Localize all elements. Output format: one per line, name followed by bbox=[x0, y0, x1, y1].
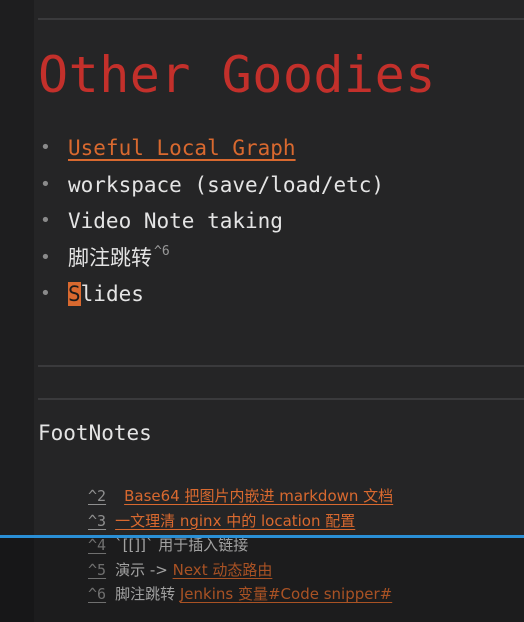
bullet-icon: • bbox=[40, 246, 51, 268]
footnote-item-6: ^6 脚注跳转 Jenkins 变量#Code snipper# bbox=[88, 582, 393, 607]
list-item-local-graph: • Useful Local Graph bbox=[38, 130, 384, 167]
footnotes-heading: FootNotes bbox=[38, 421, 152, 445]
footnote-list: ^2 Base64 把图片内嵌进 markdown 文档 ^3 一文理清 ngi… bbox=[88, 484, 393, 607]
list-item-slides: • Slides bbox=[38, 276, 384, 313]
left-gutter bbox=[0, 0, 34, 622]
list-item-text: lides bbox=[80, 282, 144, 306]
link-useful-local-graph[interactable]: Useful Local Graph bbox=[68, 136, 296, 160]
footnote-number[interactable]: ^3 bbox=[88, 512, 106, 530]
bullet-icon: • bbox=[40, 210, 51, 231]
footnote-text: 演示 -> bbox=[115, 560, 173, 579]
list-item-workspace: • workspace (save/load/etc) bbox=[38, 167, 384, 204]
divider-top bbox=[38, 18, 524, 20]
footnote-item-3: ^3 一文理清 nginx 中的 location 配置 bbox=[88, 509, 393, 534]
list-item-text: workspace (save/load/etc) bbox=[68, 172, 385, 197]
list-item-footnote-jump: • 脚注跳转 ^6 bbox=[38, 240, 384, 277]
bullet-icon: • bbox=[40, 173, 51, 195]
list-item-video-note: • Video Note taking bbox=[38, 203, 384, 240]
footnote-number[interactable]: ^4 bbox=[88, 536, 106, 554]
footnote-link[interactable]: 一文理清 nginx 中的 location 配置 bbox=[115, 512, 355, 530]
footnote-number[interactable]: ^5 bbox=[88, 561, 106, 579]
slide-page: { "slide": { "title": "Other Goodies", "… bbox=[0, 0, 524, 622]
footnote-item-5: ^5 演示 -> Next 动态路由 bbox=[88, 558, 393, 583]
footnote-number[interactable]: ^2 bbox=[88, 487, 106, 505]
divider-middle bbox=[38, 365, 524, 367]
text-cursor: S bbox=[68, 282, 81, 306]
bullet-list: • Useful Local Graph • workspace (save/l… bbox=[38, 130, 384, 313]
divider-footnotes bbox=[38, 398, 524, 400]
footnote-ref-6[interactable]: ^6 bbox=[154, 244, 170, 259]
footnote-item-2: ^2 Base64 把图片内嵌进 markdown 文档 bbox=[88, 484, 393, 509]
footnote-text: 脚注跳转 bbox=[115, 585, 180, 603]
footnote-link[interactable]: Next 动态路由 bbox=[173, 561, 273, 579]
video-progress-fill bbox=[0, 535, 524, 538]
footnote-number[interactable]: ^6 bbox=[88, 585, 106, 603]
video-progress-bar[interactable] bbox=[0, 535, 524, 538]
footnote-text: `[[]]` 用于插入链接 bbox=[115, 536, 249, 554]
footnote-link[interactable]: Jenkins 变量#Code snipper# bbox=[180, 585, 392, 603]
footnote-link[interactable]: Base64 把图片内嵌进 markdown 文档 bbox=[124, 487, 393, 505]
bullet-icon: • bbox=[40, 283, 51, 304]
slide-title: Other Goodies bbox=[38, 46, 436, 104]
list-item-text: Video Note taking bbox=[68, 209, 283, 233]
bullet-icon: • bbox=[40, 137, 51, 158]
list-item-text: 脚注跳转 bbox=[68, 245, 152, 270]
